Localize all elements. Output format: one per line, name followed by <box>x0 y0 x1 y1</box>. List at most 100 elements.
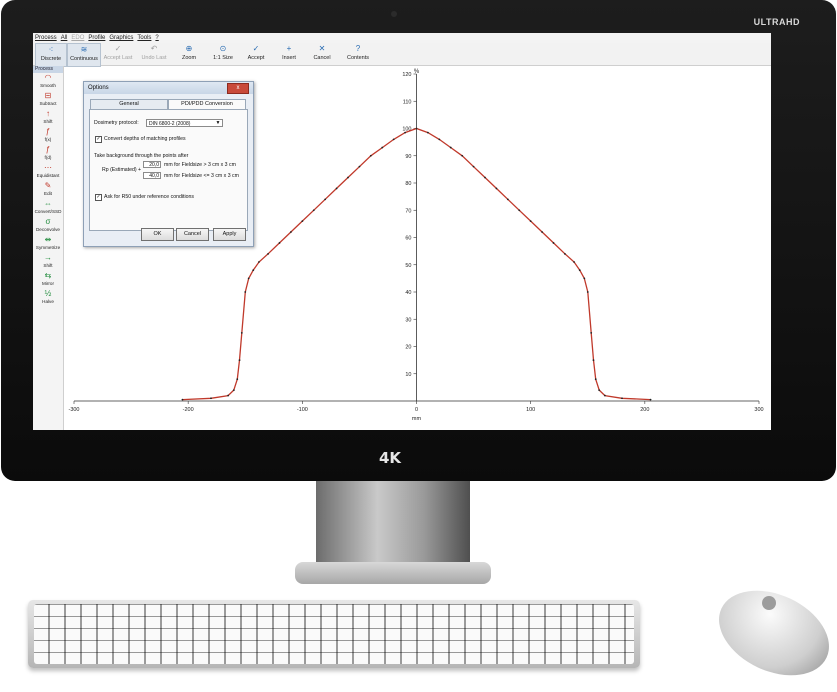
toolbar: ⁖ Discrete ≋ Continuous ✓ Accept Last ↶ Undo La… <box>33 43 771 67</box>
monitor-stand <box>316 481 470 566</box>
equidistant-icon: ⋯ <box>44 163 52 172</box>
sidebar-item-symmetrize[interactable]: ⇹ Symmetrize <box>33 235 63 253</box>
sidebar-item-f-x[interactable]: ƒ f(x) <box>33 127 63 145</box>
y-tick-label: 30 <box>405 317 411 323</box>
sidebar-item-label: Shift <box>43 263 53 268</box>
profile-point <box>518 209 521 212</box>
protocol-select[interactable]: DIN 6800-2 (2008) ▼ <box>146 119 223 127</box>
menu-bar: Process All EDO Profile Graphics Tools? <box>33 33 771 43</box>
profile-point <box>649 398 652 401</box>
chevron-down-icon[interactable]: ▼ <box>214 120 222 126</box>
profile-point <box>541 231 543 233</box>
y-tick-label: 50 <box>405 263 411 269</box>
cancel-button[interactable]: Cancel <box>176 228 209 241</box>
profile-point <box>578 269 581 272</box>
menu-all[interactable]: All <box>61 35 68 41</box>
profile-point <box>427 131 429 134</box>
sidebar-item-label: Convert/SSD <box>34 209 62 214</box>
ask-r50-checkbox[interactable]: ✓ <box>95 194 102 201</box>
convert-depths-checkbox[interactable]: ✓ <box>95 136 102 143</box>
profile-point <box>227 394 230 397</box>
sidebar-item-label: Subtract <box>39 101 57 106</box>
zoom-icon: ⊕ <box>185 44 193 53</box>
fieldsize-large-label: mm for Fieldsize > 3 cm x 3 cm <box>164 162 236 168</box>
convert-icon: ⇔ <box>44 199 52 208</box>
dialog-titlebar[interactable]: Options x <box>84 82 253 94</box>
profile-point <box>312 209 315 212</box>
zoom-button[interactable]: ⊕ Zoom <box>175 43 203 65</box>
cancel-button[interactable]: ✕ Cancel <box>307 43 337 65</box>
profile-point <box>484 176 486 179</box>
fieldsize-small-label: mm for Fieldsize <= 3 cm x 3 cm <box>164 173 239 179</box>
x-tick-label: 200 <box>640 407 649 413</box>
sidebar-item-shift[interactable]: → Shift <box>33 253 63 271</box>
protocol-label: Dosimetry protocol: <box>94 120 139 126</box>
sidebar-item-shift[interactable]: ↑ Shift <box>33 109 63 127</box>
toolbar-label: 1:1 Size <box>213 55 233 61</box>
accept-button[interactable]: ✓ Accept <box>241 43 271 65</box>
toolbar-label: Undo Last <box>141 55 167 61</box>
profile-point <box>438 138 441 141</box>
y-axis-label: % <box>414 69 420 75</box>
ask-r50-label: Ask for R50 under reference conditions <box>104 194 194 200</box>
profile-point <box>369 154 372 157</box>
sidebar-item-smooth[interactable]: ◠ Smooth <box>33 73 63 91</box>
sidebar-item-edit[interactable]: ✎ Edit <box>33 181 63 199</box>
apply-button[interactable]: Apply <box>213 228 246 241</box>
menu-tools[interactable]: Tools <box>137 35 151 41</box>
x-tick-label: 300 <box>754 407 763 413</box>
profile-point <box>573 261 575 263</box>
profile-point <box>258 261 260 263</box>
1-1-size-button[interactable]: ⊙ 1:1 Size <box>207 43 239 65</box>
continuous-icon: ≋ <box>80 45 88 54</box>
sidebar-item-mirror[interactable]: ⇆ Mirror <box>33 271 63 289</box>
profile-point <box>244 291 247 293</box>
sidebar-item-label: Smooth <box>40 83 56 88</box>
subtract-icon: ⊟ <box>44 91 52 100</box>
menu-help[interactable]: ? <box>155 35 158 41</box>
dialog-title: Options <box>88 85 109 91</box>
menu-edo[interactable]: EDO <box>71 35 84 41</box>
fieldsize-large-input[interactable]: 20,0 <box>143 161 161 168</box>
insert-button[interactable]: + Insert <box>275 43 303 65</box>
help-icon: ? <box>355 44 361 53</box>
sidebar-item-subtract[interactable]: ⊟ Subtract <box>33 91 63 109</box>
sidebar-item-equidistant[interactable]: ⋯ Equidistant <box>33 163 63 181</box>
profile-point <box>301 220 304 223</box>
contents-button[interactable]: ? Contents <box>341 43 375 65</box>
continuous-button[interactable]: ≋ Continuous <box>67 43 101 67</box>
x-tick-label: 0 <box>415 407 418 413</box>
undo-last-button[interactable]: ↶ Undo Last <box>137 43 171 65</box>
discrete-button[interactable]: ⁖ Discrete <box>35 43 67 67</box>
discrete-icon: ⁖ <box>48 45 54 54</box>
accept-last-button[interactable]: ✓ Accept Last <box>101 43 135 65</box>
zoom-reset-icon: ⊙ <box>219 44 227 53</box>
sidebar-item-label: Mirror <box>42 281 54 286</box>
profile-point <box>247 277 250 280</box>
toolbar-label: Zoom <box>181 55 197 61</box>
close-button[interactable]: x <box>227 83 249 94</box>
profile-point <box>236 378 239 381</box>
menu-profile[interactable]: Profile <box>88 35 105 41</box>
sidebar-item-label: Shift <box>43 119 53 124</box>
menu-process[interactable]: Process <box>35 35 57 41</box>
y-tick-label: 40 <box>405 290 411 296</box>
webcam <box>391 11 397 17</box>
checkmark-icon: ✓ <box>96 194 101 200</box>
sidebar-item-convert-ssd[interactable]: ⇔ Convert/SSD <box>33 199 63 217</box>
profile-point <box>590 331 593 334</box>
fieldsize-small-input[interactable]: 40,0 <box>143 172 161 179</box>
y-tick-label: 90 <box>405 154 411 160</box>
toolbar-label: Contents <box>346 55 369 61</box>
edit-icon: ✎ <box>44 181 52 190</box>
sidebar-item-f-d[interactable]: ƒ f(d) <box>33 145 63 163</box>
sidebar-item-halve[interactable]: ½ Halve <box>33 289 63 307</box>
sidebar-item-deconvolve[interactable]: σ Deconvolve <box>33 217 63 235</box>
profile-point <box>392 138 395 141</box>
ok-button[interactable]: OK <box>141 228 174 241</box>
menu-graphics[interactable]: Graphics <box>109 35 133 41</box>
profile-point <box>495 187 498 190</box>
toolbar-label: Discrete <box>40 56 62 62</box>
sidebar-item-label: Equidistant <box>36 173 60 178</box>
y-tick-label: 80 <box>405 181 411 187</box>
